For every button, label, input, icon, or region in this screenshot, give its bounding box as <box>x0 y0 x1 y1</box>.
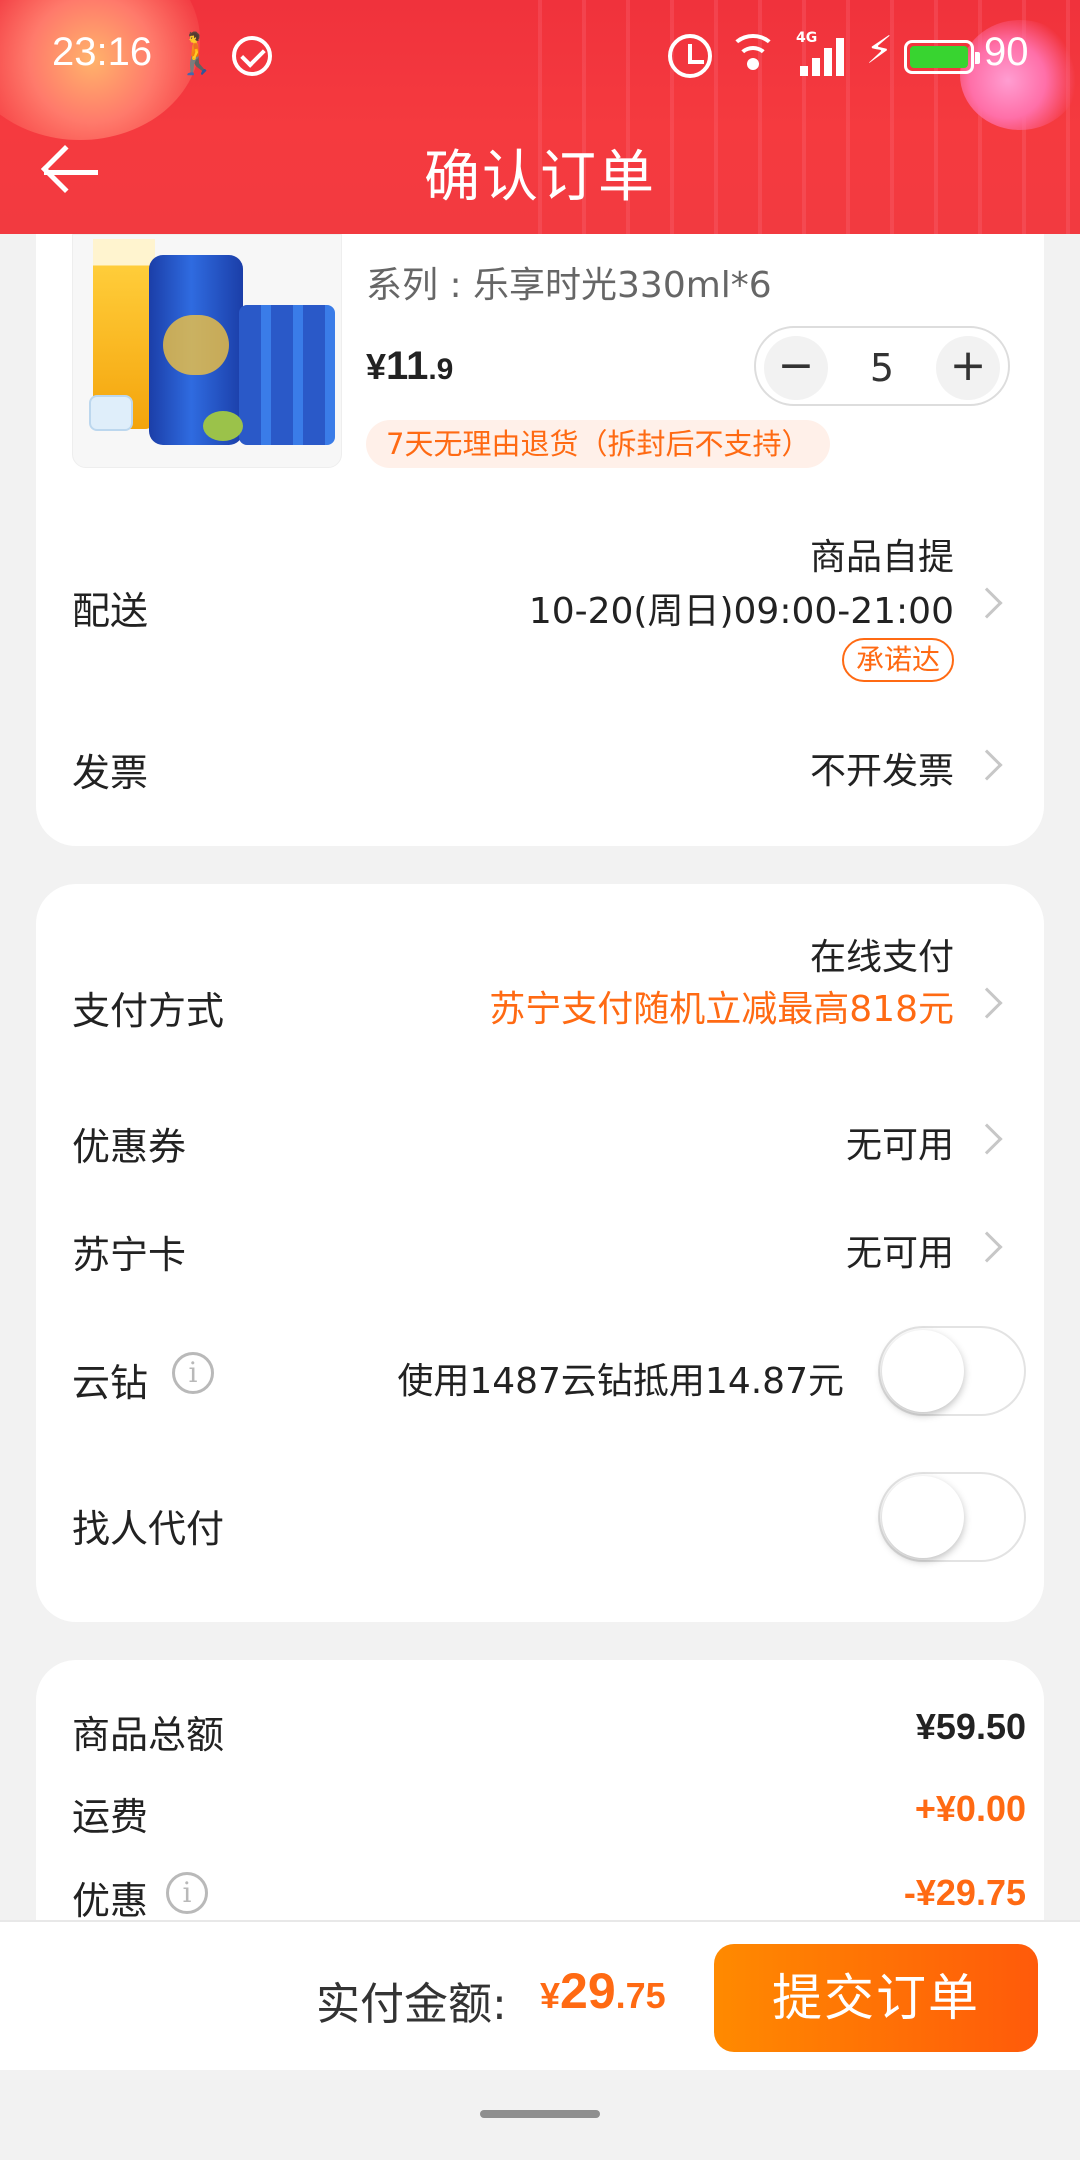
discount-value: -¥29.75 <box>903 1872 1026 1913</box>
nav-bar: 确认订单 <box>0 112 1080 234</box>
header: 23:16 🚶 4G ⚡ 90 确认订单 <box>0 0 1080 234</box>
walking-icon: 🚶 <box>172 31 222 77</box>
status-time: 23:16 <box>52 30 153 74</box>
battery-level: 90 <box>984 30 1029 74</box>
discount-label: 优惠 <box>72 1879 149 1923</box>
delivery-method: 商品自提 <box>809 537 954 578</box>
yunzuan-desc: 使用1487云钻抵用14.87元 <box>397 1361 844 1402</box>
promise-badge: 承诺达 <box>841 638 954 682</box>
chevron-right-icon <box>971 587 1003 619</box>
chevron-right-icon <box>971 749 1003 781</box>
delivery-label: 配送 <box>72 589 149 633</box>
invoice-label: 发票 <box>72 751 149 795</box>
alarm-icon <box>668 34 712 78</box>
charging-icon: ⚡ <box>866 28 893 72</box>
quantity-stepper: − 5 + <box>754 326 1010 406</box>
payment-options-card: 支付方式 在线支付 苏宁支付随机立减最高818元 优惠券 无可用 苏宁卡 无可用… <box>36 884 1044 1622</box>
payment-method-value: 在线支付 <box>809 937 954 978</box>
invoice-value: 不开发票 <box>809 751 954 792</box>
suning-card-value: 无可用 <box>845 1233 954 1274</box>
delivery-time: 10-20(周日)09:00-21:00 <box>528 591 954 632</box>
yunzuan-label: 云钻 <box>72 1361 149 1405</box>
product-spec: 系列 : 乐享时光330ml*6 <box>366 265 772 306</box>
shipping-label: 运费 <box>72 1795 149 1839</box>
check-circle-icon <box>232 36 272 76</box>
home-indicator[interactable] <box>480 2110 600 2118</box>
suning-card-label: 苏宁卡 <box>72 1233 187 1277</box>
refund-policy-tag: 7天无理由退货（拆封后不支持） <box>366 420 831 468</box>
battery-icon <box>904 40 980 74</box>
pay-amount-value: ¥29.75 <box>540 1963 666 2019</box>
chevron-right-icon <box>971 1123 1003 1155</box>
goods-total-value: ¥59.50 <box>915 1706 1026 1747</box>
shipping-value: +¥0.00 <box>914 1788 1026 1829</box>
coupon-label: 优惠券 <box>72 1125 187 1169</box>
info-icon[interactable]: i <box>166 1872 208 1914</box>
increase-quantity-button[interactable]: + <box>936 336 1000 400</box>
coupon-value: 无可用 <box>845 1125 954 1166</box>
info-icon[interactable]: i <box>172 1352 214 1394</box>
gesture-bar <box>0 2070 1080 2160</box>
quantity-value[interactable]: 5 <box>820 328 944 408</box>
signal-icon <box>800 36 848 76</box>
proxy-pay-toggle[interactable] <box>878 1472 1026 1562</box>
proxy-pay-label: 找人代付 <box>72 1507 225 1551</box>
product-price: ¥11.9 <box>366 344 454 388</box>
payment-method-label: 支付方式 <box>72 989 225 1033</box>
product-image[interactable] <box>72 234 342 468</box>
goods-total-label: 商品总额 <box>72 1713 225 1757</box>
yunzuan-toggle[interactable] <box>878 1326 1026 1416</box>
order-items-card: 系列 : 乐享时光330ml*6 ¥11.9 − 5 + 7天无理由退货（拆封后… <box>36 234 1044 846</box>
wifi-icon <box>728 34 778 74</box>
status-bar: 23:16 🚶 4G ⚡ 90 <box>0 0 1080 112</box>
submit-order-button[interactable]: 提交订单 <box>714 1944 1038 2052</box>
chevron-right-icon <box>971 987 1003 1019</box>
checkout-bar: 实付金额: ¥29.75 提交订单 <box>0 1920 1080 2070</box>
page-title: 确认订单 <box>424 145 656 210</box>
payment-promo-text: 苏宁支付随机立减最高818元 <box>489 989 954 1030</box>
chevron-right-icon <box>971 1231 1003 1263</box>
decrease-quantity-button[interactable]: − <box>764 336 828 400</box>
pay-amount-label: 实付金额: <box>316 1979 507 2030</box>
